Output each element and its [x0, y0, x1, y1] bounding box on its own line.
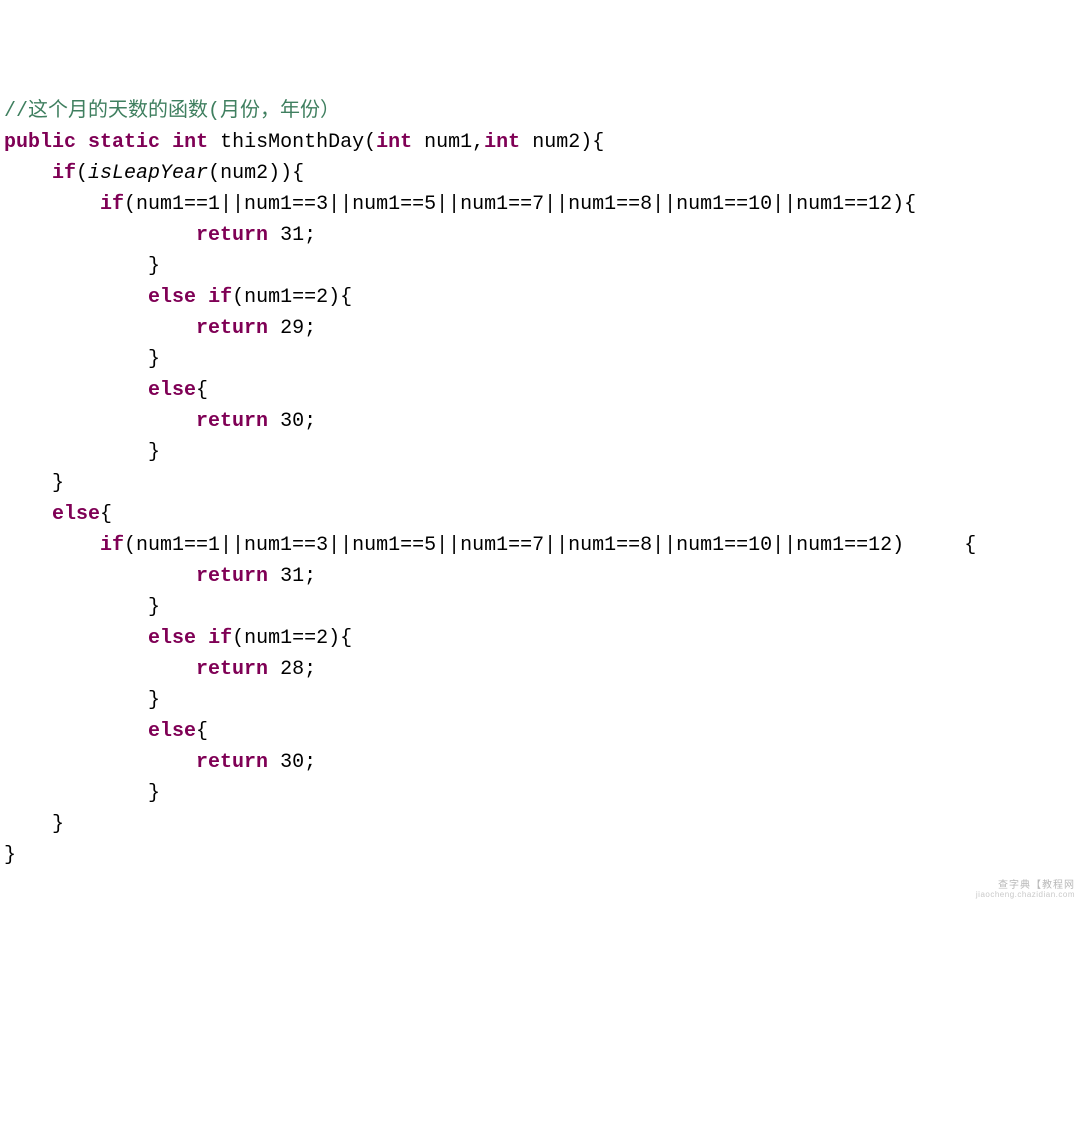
kw-static: static: [88, 131, 160, 154]
val-29: 29: [280, 317, 304, 340]
kw-int: int: [172, 131, 208, 154]
call-isLeapYear: isLeapYear: [88, 162, 208, 185]
kw-return: return: [196, 224, 268, 247]
kw-else: else: [148, 286, 196, 309]
month-condition-2: (num1==1||num1==3||num1==5||num1==7||num…: [124, 534, 904, 557]
feb-condition: (num1==2){: [232, 286, 352, 309]
kw-if: if: [52, 162, 76, 185]
watermark: 查字典【教程网jiaocheng.chazidian.com: [976, 880, 1075, 900]
val-31: 31: [280, 224, 304, 247]
comment-line: //这个月的天数的函数(月份，年份）: [4, 100, 340, 123]
method-name: thisMonthDay: [220, 131, 364, 154]
val-28: 28: [280, 658, 304, 681]
kw-public: public: [4, 131, 76, 154]
code-block: //这个月的天数的函数(月份，年份） public static int thi…: [4, 64, 1075, 902]
month-condition-1: (num1==1||num1==3||num1==5||num1==7||num…: [124, 193, 916, 216]
val-30: 30: [280, 410, 304, 433]
